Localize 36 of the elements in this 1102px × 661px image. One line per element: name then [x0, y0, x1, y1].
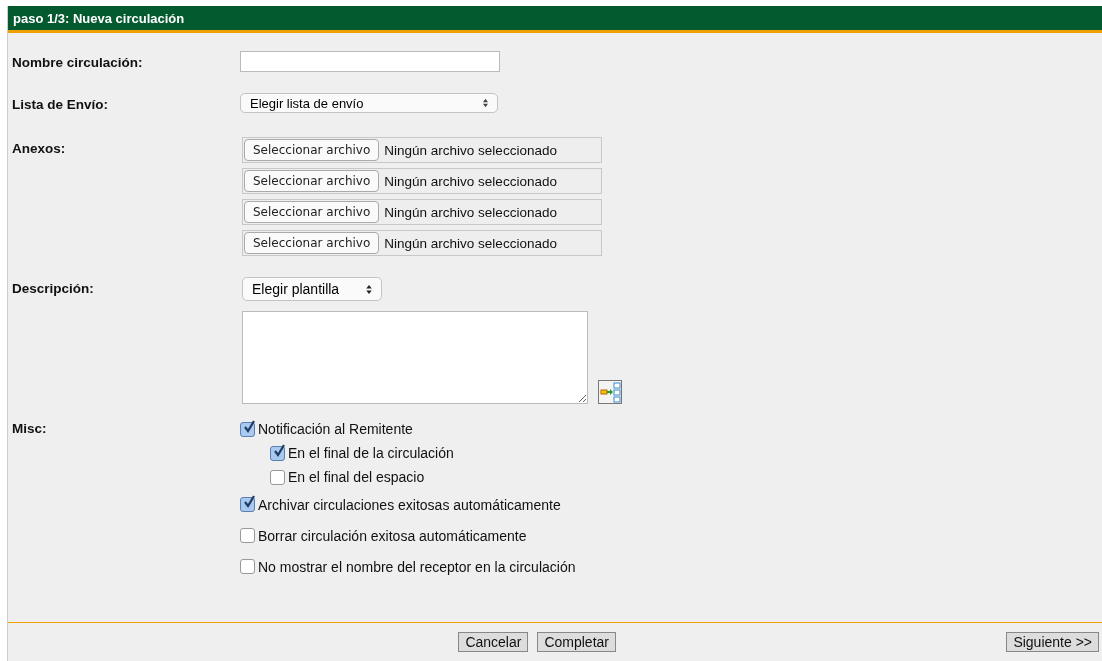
- checkbox-label: En el final de la circulación: [288, 445, 454, 461]
- choose-file-button[interactable]: Seleccionar archivo: [244, 170, 380, 192]
- text-area[interactable]: [242, 311, 588, 404]
- checkbox[interactable]: [240, 559, 255, 574]
- header-title: paso 1/3: Nueva circulación: [13, 10, 185, 26]
- checkbox[interactable]: [240, 497, 255, 512]
- checkbox-label: En el final del espacio: [288, 469, 425, 485]
- choose-file-button[interactable]: Seleccionar archivo: [244, 201, 380, 223]
- file-status: Ningún archivo seleccionado: [384, 235, 557, 251]
- footer-button[interactable]: Completar: [537, 632, 616, 652]
- footer-button[interactable]: Cancelar: [458, 632, 529, 652]
- field-label: Misc:: [12, 420, 48, 438]
- choose-file-button[interactable]: Seleccionar archivo: [244, 139, 380, 161]
- next-button[interactable]: Siguiente >>: [1006, 632, 1099, 652]
- dropdown[interactable]: Elegir lista de envío: [240, 93, 498, 113]
- file-status: Ningún archivo seleccionado: [384, 204, 557, 220]
- insert-field-icon[interactable]: [598, 380, 622, 404]
- field-label: Lista de Envío:: [12, 96, 110, 114]
- checkbox-label: No mostrar el nombre del receptor en la circulación: [258, 558, 576, 575]
- checkbox-label: Archivar circulaciones exitosas automáticamente: [258, 496, 561, 513]
- field-label: Descripción:: [12, 280, 95, 298]
- updown-arrows-icon: [365, 283, 373, 295]
- file-status: Ningún archivo seleccionado: [384, 142, 557, 158]
- checkbox[interactable]: [240, 528, 255, 543]
- checkbox[interactable]: [240, 421, 255, 437]
- checkbox[interactable]: [270, 469, 285, 485]
- choose-file-button[interactable]: Seleccionar archivo: [244, 232, 380, 254]
- field-label: Anexos:: [12, 140, 67, 158]
- input-field[interactable]: [240, 51, 500, 72]
- field-label: Nombre circulación:: [12, 54, 144, 72]
- file-status: Ningún archivo seleccionado: [384, 173, 557, 189]
- checkbox-label: Notificación al Remitente: [258, 421, 413, 437]
- updown-arrows-icon: [482, 98, 489, 108]
- checkbox-label: Borrar circulación exitosa automáticamente: [258, 527, 527, 544]
- template-dropdown[interactable]: Elegir plantilla: [242, 277, 382, 301]
- checkbox[interactable]: [270, 445, 285, 461]
